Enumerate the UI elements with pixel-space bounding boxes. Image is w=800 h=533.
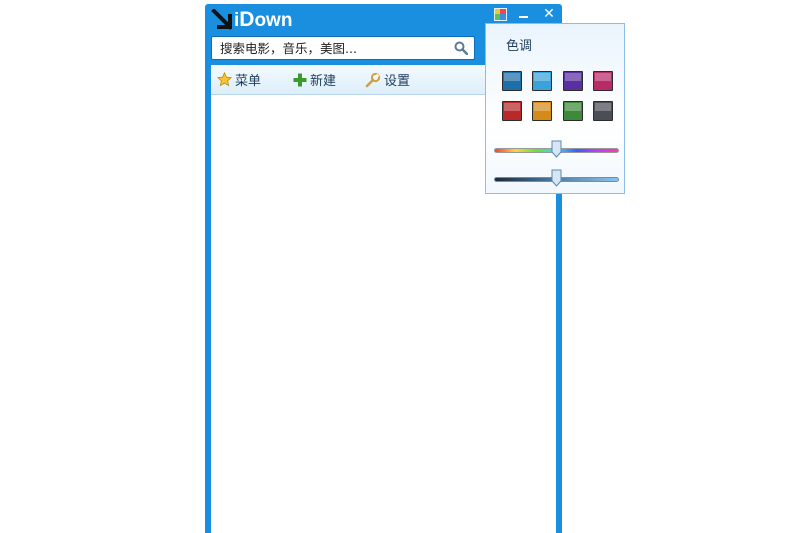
app-name: iDown: [234, 8, 293, 31]
skin-button[interactable]: [490, 4, 510, 24]
wrench-icon: [365, 72, 381, 87]
settings-label: 设置: [384, 74, 411, 89]
search-icon[interactable]: [454, 41, 468, 55]
swatch-sky-blue[interactable]: [532, 71, 552, 91]
minimize-button[interactable]: [510, 4, 536, 24]
swatch-orange[interactable]: [532, 101, 552, 121]
download-arrow-icon: [211, 9, 232, 30]
swatch-green[interactable]: [563, 101, 583, 121]
menu-button[interactable]: 菜单: [217, 65, 261, 94]
swatch-dark-blue[interactable]: [502, 71, 522, 91]
popup-title: 色调: [506, 39, 533, 54]
search-box: [211, 36, 475, 60]
swatch-pink[interactable]: [593, 71, 613, 91]
swatch-red[interactable]: [502, 101, 522, 121]
app-logo: iDown: [210, 8, 292, 32]
swatch-purple[interactable]: [563, 71, 583, 91]
minimize-icon: [518, 16, 528, 18]
color-tone-popup: 色调: [485, 23, 625, 194]
close-button[interactable]: ✕: [536, 4, 562, 24]
new-label: 新建: [310, 74, 337, 89]
hue-slider-thumb[interactable]: [551, 140, 562, 158]
search-input[interactable]: [212, 37, 450, 59]
palette-icon: [493, 7, 507, 21]
luminance-slider-thumb[interactable]: [551, 169, 562, 187]
window-controls: ✕: [490, 4, 562, 24]
plus-icon: [293, 73, 307, 86]
star-icon: [217, 72, 232, 87]
settings-button[interactable]: 设置: [365, 65, 410, 94]
menu-label: 菜单: [235, 74, 262, 89]
swatch-gray[interactable]: [593, 101, 613, 121]
new-button[interactable]: 新建: [293, 65, 336, 94]
close-icon: ✕: [543, 6, 555, 22]
